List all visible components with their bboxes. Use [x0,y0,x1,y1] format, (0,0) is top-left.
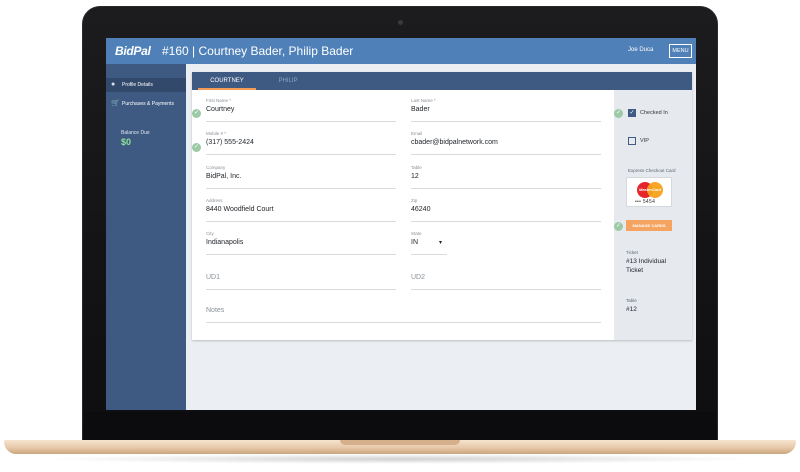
ud2-field[interactable]: UD2 [411,266,601,290]
last-name-label: Last Name * [411,98,436,103]
ticket-label: Ticket [626,250,638,255]
profile-form: ✓ ✓ First Name * Courtney Last Name * Ba… [192,90,614,340]
bidpal-logo[interactable]: BidPal [115,44,151,58]
vip-checkbox[interactable] [628,137,636,145]
city-field[interactable]: City Indianapolis [206,231,396,255]
laptop-notch [340,440,460,445]
valid-check-icon: ✓ [614,222,623,231]
mobile-value: (317) 555-2424 [206,139,254,146]
ud1-placeholder: UD1 [206,274,221,281]
profile-card: COURTNEY PHILIP ✓ ✓ First Name * Courtne… [192,72,692,340]
chevron-down-icon: ▾ [439,240,443,246]
notes-field[interactable]: Notes [206,299,601,323]
table-value: 12 [411,173,419,180]
checked-in-checkbox[interactable]: ✓ [628,109,636,117]
laptop-shadow [40,454,760,464]
balance-due-value: $0 [121,137,132,147]
zip-value: 46240 [411,206,431,213]
mastercard-icon: MasterCard [637,182,663,198]
email-value: cbader@bidpalnetwork.com [411,139,498,146]
sidebar: ● Profile Details 🛒 Purchases & Payments… [106,64,186,410]
city-value: Indianapolis [206,239,244,246]
zip-field[interactable]: Zip 46240 [411,198,601,222]
app-screen: BidPal #160 | Courtney Bader, Philip Bad… [106,38,696,410]
sidebar-item-profile-details[interactable]: ● Profile Details [106,78,186,92]
balance-due-label: Balance Due [121,130,150,136]
user-name[interactable]: Joe Duca [628,47,653,53]
checked-in-label: Checked In [640,110,668,116]
company-field[interactable]: Company BidPal, Inc. [206,165,396,189]
manage-cards-button[interactable]: MANAGE CARDS [626,220,672,231]
zip-label: Zip [411,198,418,203]
card-last-digits: ••• 5454 [635,199,656,205]
email-field[interactable]: Email cbader@bidpalnetwork.com [411,131,601,155]
menu-button[interactable]: MENU [669,44,692,58]
valid-check-icon: ✓ [192,109,201,118]
table-field[interactable]: Table 12 [411,165,601,189]
email-label: Email [411,131,423,136]
guest-status-panel: ✓ ✓ Checked In VIP Express Checkout Card… [614,90,692,340]
guest-tabs: COURTNEY PHILIP [192,72,692,90]
cart-icon: 🛒 [111,100,120,107]
city-label: City [206,231,214,236]
vip-label: VIP [640,138,649,144]
valid-check-icon: ✓ [614,109,623,118]
mobile-field[interactable]: Mobile # * (317) 555-2424 [206,131,396,155]
state-label: State [411,231,422,236]
person-icon: ● [111,81,116,88]
last-name-field[interactable]: Last Name * Bader [411,98,601,122]
express-checkout-card[interactable]: MasterCard ••• 5454 [626,177,672,207]
address-value: 8440 Woodfield Court [206,206,274,213]
first-name-field[interactable]: First Name * Courtney [206,98,396,122]
sidebar-item-purchases-payments[interactable]: 🛒 Purchases & Payments [106,97,186,111]
last-name-value: Bader [411,106,430,113]
ticket-value: #13 Individual Ticket [626,258,667,274]
laptop-bezel-bottom [84,412,716,442]
mobile-label: Mobile # * [206,131,227,136]
valid-check-icon: ✓ [192,143,201,152]
ud1-field[interactable]: UD1 [206,266,396,290]
table-label: Table [411,165,422,170]
first-name-value: Courtney [206,106,235,113]
express-checkout-label: Express Checkout Card [628,168,676,173]
sidebar-item-label: Purchases & Payments [122,101,174,107]
company-value: BidPal, Inc. [206,173,242,180]
camera-dot [398,20,403,25]
top-bar: BidPal #160 | Courtney Bader, Philip Bad… [106,38,696,64]
sidebar-item-label: Profile Details [122,82,153,88]
notes-placeholder: Notes [206,307,225,314]
table-assignment-value: #12 [626,306,637,313]
state-select[interactable]: State IN ▾ [411,231,447,255]
table-assignment-label: Table [626,298,637,303]
company-label: Company [206,165,226,170]
address-label: Address [206,198,223,203]
tab-courtney[interactable]: COURTNEY [198,72,256,90]
tab-philip[interactable]: PHILIP [258,72,318,90]
address-field[interactable]: Address 8440 Woodfield Court [206,198,396,222]
page-title: #160 | Courtney Bader, Philip Bader [162,44,354,58]
ud2-placeholder: UD2 [411,274,426,281]
state-value: IN [411,239,418,246]
first-name-label: First Name * [206,98,232,103]
